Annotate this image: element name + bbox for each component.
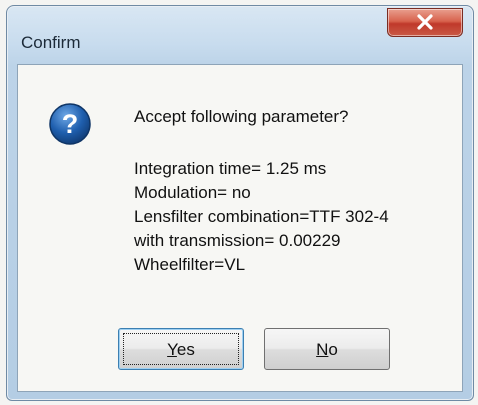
param-wheelfilter: Wheelfilter=VL (134, 255, 246, 274)
no-mnemonic: N (316, 340, 329, 359)
no-button-label: No (265, 340, 389, 360)
yes-mnemonic: Y (167, 340, 177, 359)
yes-button[interactable]: Yes (118, 328, 244, 370)
dialog-title: Confirm (21, 33, 81, 52)
yes-button-label: Yes (119, 340, 243, 360)
svg-text:?: ? (62, 109, 79, 139)
parameter-list: Integration time= 1.25 ms Modulation= no… (134, 157, 389, 277)
yes-label-rest: es (176, 340, 195, 359)
title-bar[interactable]: Confirm (7, 6, 473, 56)
confirm-dialog: Confirm ? Accept following parameter? In… (6, 5, 474, 401)
dialog-content: ? Accept following parameter? Integratio… (17, 64, 463, 392)
no-label-rest: o (328, 340, 338, 359)
no-button[interactable]: No (264, 328, 390, 370)
param-transmission: with transmission= 0.00229 (134, 231, 341, 250)
question-icon: ? (49, 103, 91, 145)
param-integration-time: Integration time= 1.25 ms (134, 159, 327, 178)
param-lensfilter-combination: Lensfilter combination=TTF 302-4 (134, 207, 389, 226)
question-text: Accept following parameter? (134, 107, 349, 126)
param-modulation: Modulation= no (134, 183, 251, 202)
close-button[interactable] (387, 8, 463, 37)
close-icon (417, 14, 433, 30)
